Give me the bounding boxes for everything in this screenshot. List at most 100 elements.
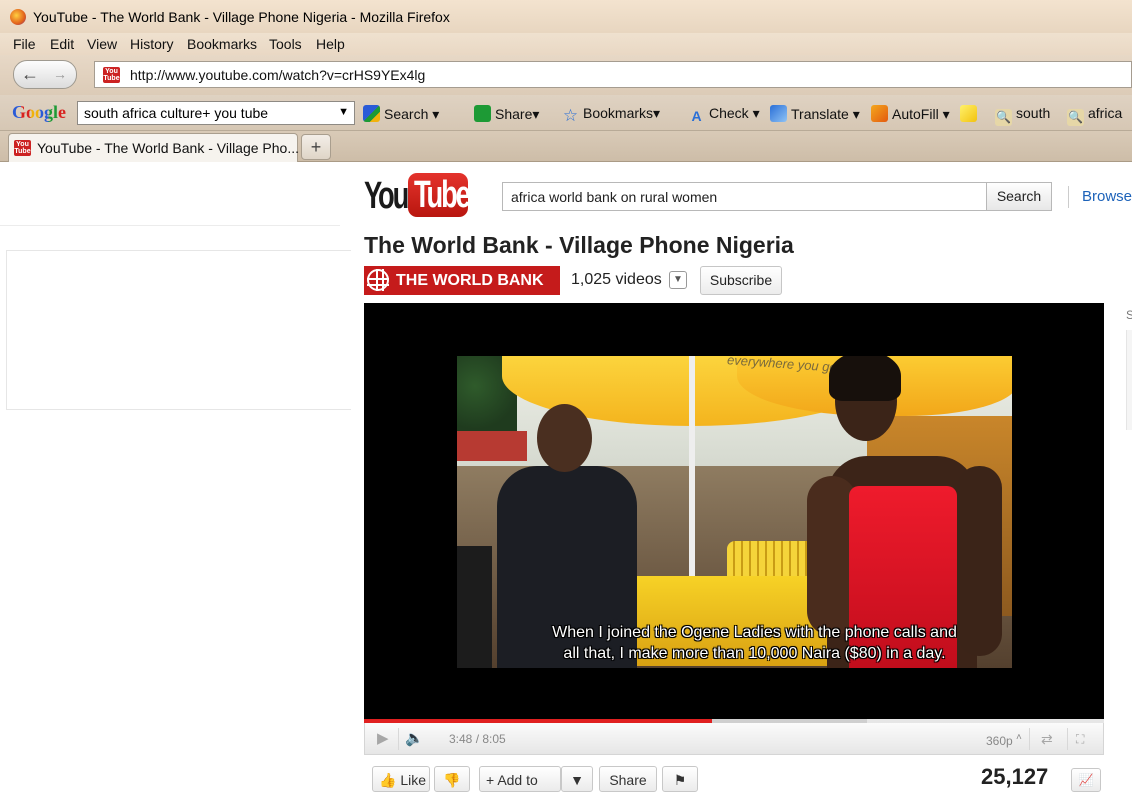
google-search-button[interactable]: Search ▾ (363, 105, 439, 123)
url-text[interactable]: http://www.youtube.com/watch?v=crHS9YEx4… (130, 67, 425, 83)
search-term-africa-label: africa (1088, 105, 1123, 121)
video-subtitles: When I joined the Ogene Ladies with the … (457, 622, 1012, 664)
youtube-search-input[interactable]: africa world bank on rural women (502, 182, 987, 211)
plus-icon: + (486, 772, 495, 788)
volume-icon[interactable]: 🔈 (405, 729, 424, 749)
google-search-icon (363, 105, 380, 122)
youtube-logo-tube: Tube (414, 174, 471, 216)
quality-label: 360p (986, 734, 1013, 748)
video-player[interactable]: everywhere you go When I joined the Ogen… (364, 303, 1104, 721)
navigation-bar: ← → You Tube http://www.youtube.com/watc… (0, 55, 1132, 95)
url-bar[interactable]: You Tube http://www.youtube.com/watch?v=… (94, 61, 1132, 88)
share-toolbar-label: Share (495, 106, 533, 122)
add-to-label: Add to (497, 772, 538, 788)
translate-icon (770, 105, 787, 122)
share-button[interactable]: Share (599, 766, 657, 792)
header-divider (1068, 186, 1069, 208)
thumbs-up-icon: 👍 (379, 772, 397, 788)
youtube-search-button[interactable]: Search (986, 182, 1052, 211)
chevron-down-icon[interactable]: ▼ (669, 271, 687, 289)
browse-link[interactable]: Browse (1082, 188, 1132, 205)
stats-chart-icon: 📈 (1078, 773, 1094, 787)
youtube-favicon-icon: You Tube (103, 67, 120, 83)
check-toolbar-button[interactable]: A Check ▾ (688, 105, 759, 125)
play-icon[interactable]: ▶ (377, 729, 389, 749)
menu-view[interactable]: View (87, 36, 117, 52)
forward-button[interactable]: → (48, 61, 72, 88)
search-term-africa[interactable]: 🔍 africa (1067, 105, 1122, 126)
highlighter-button[interactable] (960, 105, 981, 122)
add-to-dropdown-button[interactable]: ▼ (561, 766, 593, 792)
like-label: Like (400, 772, 427, 788)
spellcheck-icon: A (691, 108, 702, 124)
channel-badge[interactable]: THE WORLD BANK (364, 266, 560, 295)
chevron-down-icon: ▼ (570, 772, 584, 788)
window-titlebar: YouTube - The World Bank - Village Phone… (0, 0, 1132, 33)
control-separator (1029, 728, 1030, 750)
view-count: 25,127 (981, 764, 1049, 789)
google-logo[interactable]: Google (12, 102, 66, 123)
youtube-logo[interactable]: You Tube (364, 173, 471, 219)
menu-history[interactable]: History (130, 36, 174, 52)
subtitle-line-1: When I joined the Ogene Ladies with the … (552, 624, 957, 641)
control-separator (1067, 728, 1068, 750)
back-button[interactable]: ← (15, 61, 45, 88)
back-forward-group: ← → (13, 60, 77, 89)
like-button[interactable]: 👍 Like (372, 766, 430, 792)
woman-left-head (537, 404, 592, 472)
autofill-pencil-icon (871, 105, 888, 122)
autofill-toolbar-label: AutoFill (892, 106, 939, 122)
channel-video-count: 1,025 videos (571, 271, 662, 288)
dislike-button[interactable]: 👎 (434, 766, 470, 792)
check-toolbar-label: Check (709, 105, 749, 121)
left-divider (0, 225, 340, 226)
autofill-toolbar-button[interactable]: AutoFill ▾ (871, 105, 950, 123)
menu-help[interactable]: Help (316, 36, 345, 52)
firefox-icon (10, 9, 26, 25)
translate-toolbar-label: Translate (791, 106, 849, 122)
bookmarks-toolbar-label: Bookmarks (583, 105, 654, 121)
menu-bookmarks[interactable]: Bookmarks (187, 36, 257, 52)
share-toolbar-button[interactable]: Share▾ (474, 105, 539, 123)
menu-file[interactable]: File (13, 36, 36, 52)
sidebar-strip (1126, 330, 1132, 430)
subscribe-button[interactable]: Subscribe (700, 266, 782, 295)
translate-toolbar-button[interactable]: Translate ▾ (770, 105, 860, 123)
video-frame[interactable]: everywhere you go When I joined the Ogen… (457, 356, 1012, 668)
control-separator (398, 728, 399, 750)
window-title: YouTube - The World Bank - Village Phone… (33, 9, 450, 25)
tab-youtube[interactable]: You Tube YouTube - The World Bank - Vill… (8, 133, 299, 162)
stats-button[interactable]: 📈 (1071, 768, 1101, 792)
search-term-south[interactable]: 🔍 south (995, 105, 1050, 126)
flag-icon: ⚑ (673, 772, 687, 788)
youtube-logo-you: You (364, 175, 409, 217)
channel-name: THE WORLD BANK (396, 272, 544, 289)
google-toolbar: Google south africa culture+ you tube ▼ … (0, 95, 1132, 131)
tab-strip: You Tube YouTube - The World Bank - Vill… (0, 131, 1132, 162)
thumbs-down-icon: 👎 (443, 772, 461, 788)
sidebar-tab[interactable]: S (1126, 308, 1132, 322)
bookmarks-toolbar-button[interactable]: ☆ Bookmarks▾ (562, 105, 660, 124)
quality-selector[interactable]: 360p ˄ (986, 732, 1022, 748)
fullscreen-icon[interactable]: ⛶ (1076, 729, 1084, 749)
star-icon: ☆ (562, 106, 579, 125)
player-controls: ▶ 🔈 3:48 / 8:05 360p ˄ ⇄ ⛶ (364, 723, 1104, 755)
share-icon (474, 105, 491, 122)
chevron-down-icon[interactable]: ▼ (338, 106, 349, 118)
add-to-button[interactable]: + Add to (479, 766, 561, 792)
woman-right-hair (829, 356, 901, 401)
video-title: The World Bank - Village Phone Nigeria (364, 232, 794, 258)
menu-tools[interactable]: Tools (269, 36, 302, 52)
menu-edit[interactable]: Edit (50, 36, 74, 52)
search-term-south-label: south (1016, 105, 1051, 121)
youtube-logo-tube-box: Tube (408, 173, 471, 217)
subtitle-line-2: all that, I make more than 10,000 Naira … (563, 645, 946, 662)
highlighter-icon (960, 105, 977, 122)
search-term-icon: 🔍 (1067, 109, 1084, 126)
flag-button[interactable]: ⚑ (662, 766, 698, 792)
google-search-input[interactable]: south africa culture+ you tube ▼ (77, 101, 355, 125)
menu-bar: File Edit View History Bookmarks Tools H… (0, 33, 1132, 55)
popout-icon[interactable]: ⇄ (1041, 729, 1053, 749)
youtube-favicon-icon: You Tube (14, 140, 31, 156)
new-tab-button[interactable]: + (301, 134, 331, 160)
